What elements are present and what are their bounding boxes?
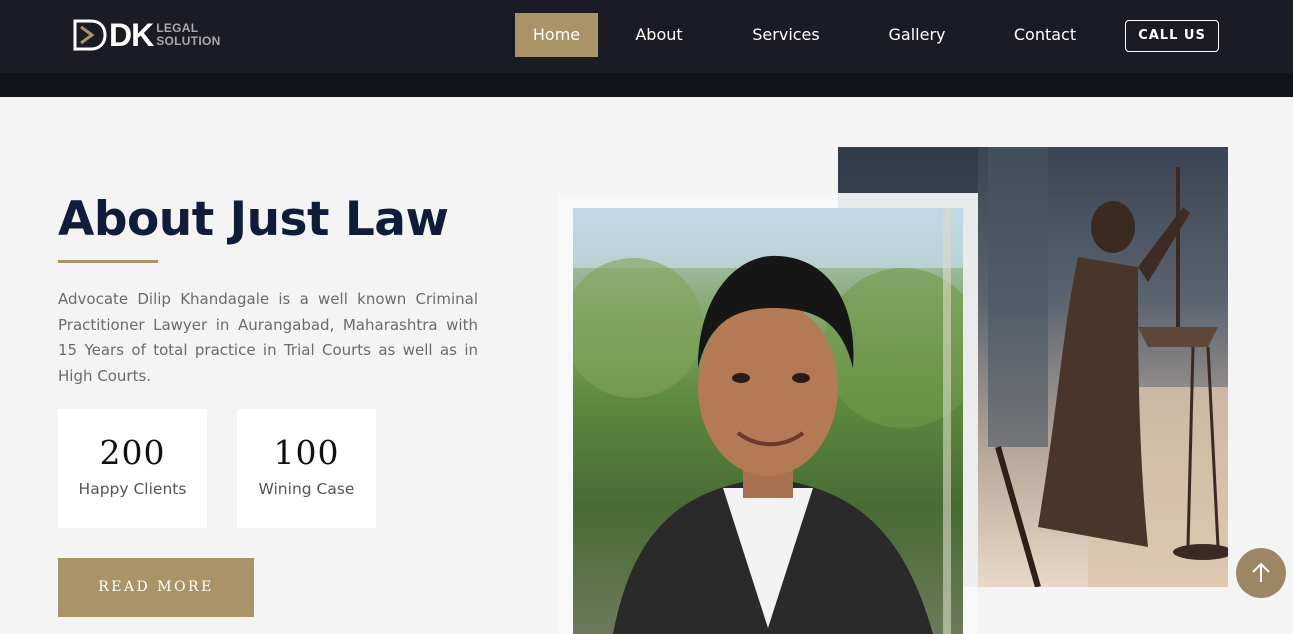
nav-services[interactable]: Services <box>748 13 824 57</box>
title-underline <box>58 260 158 263</box>
stat-label: Happy Clients <box>78 480 187 498</box>
stat-card-happy-clients: 200 Happy Clients <box>58 409 207 528</box>
scroll-to-top-button[interactable] <box>1236 548 1286 598</box>
logo-text: DK <box>109 17 154 53</box>
site-logo[interactable]: DK LEGAL SOLUTION <box>72 18 221 52</box>
logo-mark-icon <box>72 18 108 52</box>
logo-subtitle-line2: SOLUTION <box>156 34 221 48</box>
stat-value: 100 <box>273 433 340 472</box>
call-us-button[interactable]: CALL US <box>1125 20 1219 52</box>
nav-contact[interactable]: Contact <box>1009 13 1081 57</box>
nav-about[interactable]: About <box>625 13 693 57</box>
read-more-button[interactable]: READ MORE <box>58 558 254 617</box>
logo-subtitle: LEGAL SOLUTION <box>156 22 220 48</box>
nav-home[interactable]: Home <box>515 13 598 57</box>
arrow-up-icon <box>1236 548 1286 598</box>
nav-gallery[interactable]: Gallery <box>884 13 950 57</box>
stat-card-wining-case: 100 Wining Case <box>237 409 376 528</box>
about-description: Advocate Dilip Khandagale is a well know… <box>58 290 478 386</box>
stat-value: 200 <box>99 433 166 472</box>
advocate-portrait-image <box>573 208 963 634</box>
stat-label: Wining Case <box>258 480 355 498</box>
page-title: About Just Law <box>58 192 449 247</box>
